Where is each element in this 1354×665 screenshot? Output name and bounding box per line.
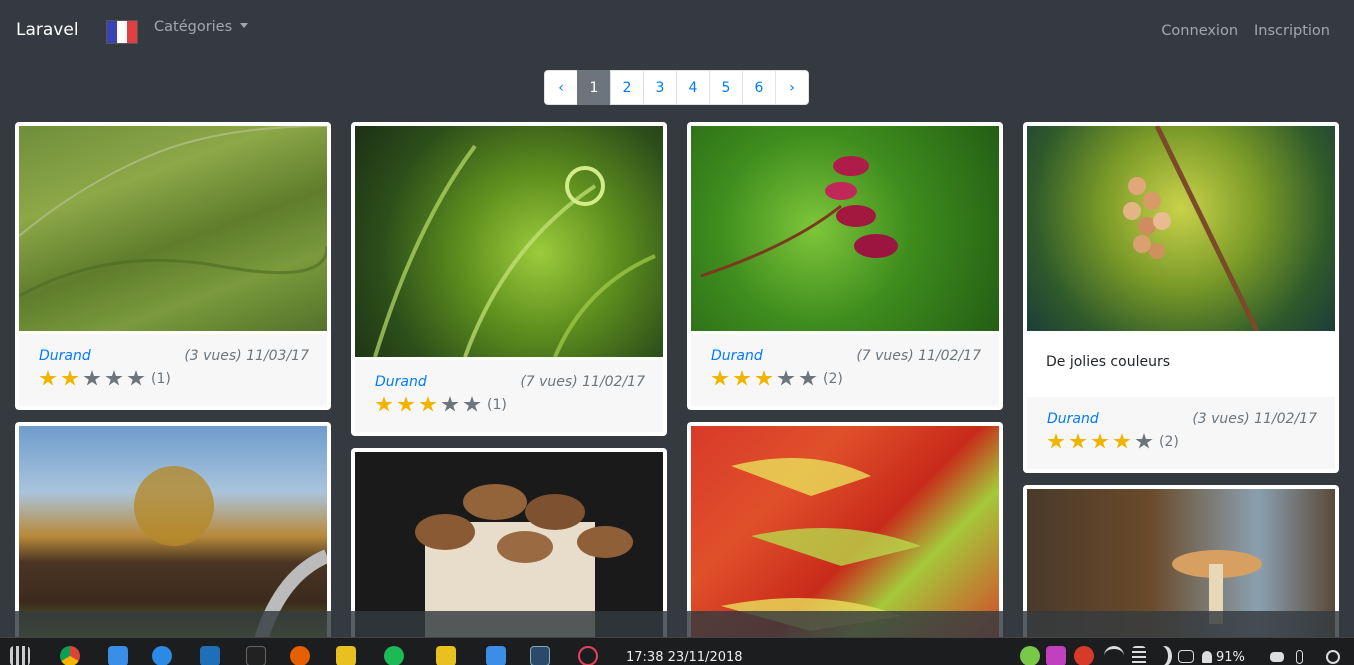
author-link[interactable]: Durand <box>711 348 763 364</box>
star-icon[interactable] <box>777 370 795 386</box>
star-icon[interactable] <box>61 370 79 386</box>
page-3-button[interactable]: 3 <box>643 70 677 105</box>
navbar: Laravel Catégories Connexion Inscription <box>0 0 1354 64</box>
star-icon[interactable] <box>375 396 393 412</box>
page-6-button[interactable]: 6 <box>742 70 776 105</box>
editor-icon-2[interactable] <box>436 646 456 665</box>
rating-count: (1) <box>487 396 507 413</box>
card-meta: (3 vues) 11/02/17 <box>1192 411 1317 427</box>
login-link[interactable]: Connexion <box>1161 23 1238 39</box>
star-icon[interactable] <box>1113 433 1131 449</box>
star-icon[interactable] <box>1047 433 1065 449</box>
page-prev-button[interactable]: ‹ <box>544 70 578 105</box>
caret-down-icon <box>240 23 249 28</box>
finder-icon[interactable] <box>108 646 128 665</box>
star-icon[interactable] <box>463 396 481 412</box>
card-image[interactable] <box>19 126 327 331</box>
author-link[interactable]: Durand <box>39 348 91 364</box>
categories-label: Catégories <box>154 19 233 35</box>
star-icon[interactable] <box>105 370 123 386</box>
terminal-icon[interactable] <box>246 646 266 665</box>
firefox-icon[interactable] <box>290 646 310 665</box>
vscode-icon[interactable] <box>200 646 220 665</box>
wifi-icon[interactable] <box>1104 646 1124 665</box>
chrome-icon[interactable] <box>60 646 80 665</box>
app-icon[interactable] <box>578 646 598 665</box>
card-image[interactable] <box>1027 126 1335 331</box>
app-grid-icon[interactable] <box>10 646 30 665</box>
image-card[interactable]: Durand (7 vues) 11/02/17 (1) <box>351 122 667 436</box>
page-4-button[interactable]: 4 <box>676 70 710 105</box>
categories-dropdown[interactable]: Catégories <box>154 19 249 35</box>
tray-app-icon-2[interactable] <box>1046 646 1066 665</box>
star-icon[interactable] <box>799 370 817 386</box>
monitor-icon[interactable] <box>530 646 550 665</box>
star-icon[interactable] <box>733 370 751 386</box>
author-link[interactable]: Durand <box>375 374 427 390</box>
star-icon[interactable] <box>1135 433 1153 449</box>
volume-icon[interactable] <box>1270 652 1284 662</box>
auth-links: Connexion Inscription <box>1161 23 1330 39</box>
card-meta: (7 vues) 11/02/17 <box>856 348 981 364</box>
page-next-button[interactable]: › <box>775 70 809 105</box>
menu-icon[interactable] <box>1132 646 1146 665</box>
pagination: ‹ 1 2 3 4 5 6 › <box>544 70 809 105</box>
rating-stars[interactable]: (2) <box>711 370 843 387</box>
card-footer: Durand (3 vues) 11/02/17 (2) <box>1027 397 1335 469</box>
star-icon[interactable] <box>441 396 459 412</box>
brand-link[interactable]: Laravel <box>16 20 79 40</box>
image-card[interactable]: Durand (3 vues) 11/03/17 (1) <box>15 122 331 410</box>
card-footer: Durand (3 vues) 11/03/17 (1) <box>19 334 327 406</box>
star-icon[interactable] <box>83 370 101 386</box>
star-icon[interactable] <box>711 370 729 386</box>
rating-stars[interactable]: (1) <box>39 370 171 387</box>
page-1-button[interactable]: 1 <box>577 70 611 105</box>
star-icon[interactable] <box>1091 433 1109 449</box>
description-text: De jolies couleurs <box>1046 354 1170 370</box>
star-icon[interactable] <box>755 370 773 386</box>
register-link[interactable]: Inscription <box>1254 23 1330 39</box>
night-mode-icon[interactable] <box>1158 646 1172 665</box>
star-icon[interactable] <box>39 370 57 386</box>
power-icon[interactable] <box>1326 650 1340 664</box>
notification-bell-icon[interactable] <box>1202 651 1212 663</box>
tray-app-icon[interactable] <box>1020 646 1040 665</box>
card-meta: (7 vues) 11/02/17 <box>520 374 645 390</box>
rating-stars[interactable]: (1) <box>375 396 507 413</box>
card-footer: Durand (7 vues) 11/02/17 (2) <box>691 334 999 406</box>
spotify-icon[interactable] <box>384 646 404 665</box>
battery-icon <box>1296 650 1303 664</box>
author-link[interactable]: Durand <box>1047 411 1099 427</box>
clock[interactable]: 17:38 23/11/2018 <box>626 650 743 665</box>
gmail-icon[interactable] <box>1074 646 1094 665</box>
page-2-button[interactable]: 2 <box>610 70 644 105</box>
card-footer: Durand (7 vues) 11/02/17 (1) <box>355 360 663 432</box>
star-icon[interactable] <box>127 370 145 386</box>
rating-stars[interactable]: (2) <box>1047 433 1179 450</box>
appstore-icon[interactable] <box>152 646 172 665</box>
editor-icon[interactable] <box>336 646 356 665</box>
battery-level: 91% <box>1216 650 1245 665</box>
card-image[interactable] <box>355 126 663 357</box>
star-icon[interactable] <box>1069 433 1087 449</box>
card-meta: (3 vues) 11/03/17 <box>184 348 309 364</box>
french-flag-icon[interactable] <box>106 20 138 44</box>
rating-count: (2) <box>1159 433 1179 450</box>
star-icon[interactable] <box>397 396 415 412</box>
folder-icon[interactable] <box>1178 650 1194 663</box>
card-image[interactable] <box>691 126 999 331</box>
image-card[interactable]: De jolies couleurs Durand (3 vues) 11/02… <box>1023 122 1339 473</box>
taskbar: 17:38 23/11/2018 91% <box>0 637 1354 665</box>
card-description: De jolies couleurs <box>1023 354 1339 370</box>
finder-icon-2[interactable] <box>486 646 506 665</box>
rating-count: (1) <box>151 370 171 387</box>
image-card[interactable]: Durand (7 vues) 11/02/17 (2) <box>687 122 1003 410</box>
rating-count: (2) <box>823 370 843 387</box>
star-icon[interactable] <box>419 396 437 412</box>
footer-overlay <box>0 611 1354 637</box>
page-5-button[interactable]: 5 <box>709 70 743 105</box>
